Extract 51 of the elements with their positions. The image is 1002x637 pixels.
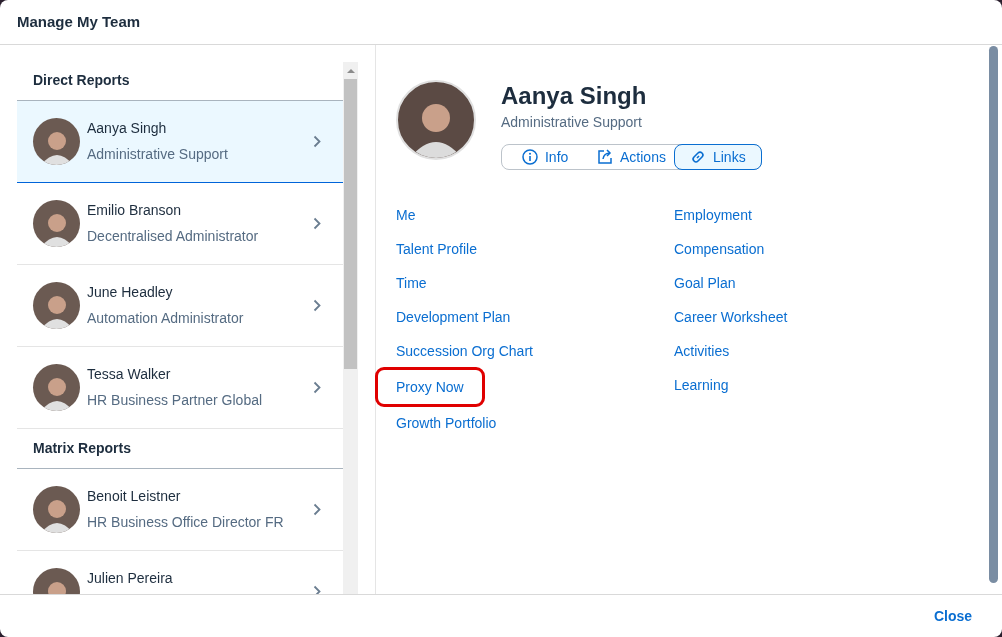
- link[interactable]: Me: [396, 198, 416, 232]
- person-role: HR Business Partner Global: [87, 391, 264, 409]
- tab[interactable]: Info: [502, 145, 589, 169]
- scroll-up-icon[interactable]: [346, 68, 355, 74]
- person-role: HR Business Office Director FR: [87, 513, 285, 531]
- person-name: Benoit Leistner: [87, 487, 182, 505]
- person-role: Automation Administrator: [87, 309, 245, 327]
- section-heading: Matrix Reports: [33, 439, 132, 458]
- link[interactable]: Succession Org Chart: [396, 334, 533, 368]
- tab[interactable]: Links: [673, 144, 762, 170]
- link[interactable]: Goal Plan: [674, 266, 736, 300]
- person-role: Decentralised Administrator: [87, 227, 260, 245]
- avatar-placeholder: [33, 118, 80, 165]
- person-name: Aanya Singh: [87, 119, 168, 137]
- avatar-placeholder: [33, 200, 80, 247]
- profile-name: Aanya Singh: [501, 81, 648, 111]
- person-role: Administrative Support: [87, 145, 229, 163]
- chevron-right-icon: [313, 381, 321, 394]
- avatar-placeholder: [33, 282, 80, 329]
- close-button[interactable]: Close: [933, 605, 972, 627]
- link[interactable]: Growth Portfolio: [396, 406, 497, 440]
- link[interactable]: Career Worksheet: [674, 300, 788, 334]
- share-icon: [597, 149, 614, 165]
- link[interactable]: Employment: [674, 198, 752, 232]
- link[interactable]: Talent Profile: [396, 232, 477, 266]
- link[interactable]: Development Plan: [396, 300, 511, 334]
- tab[interactable]: Actions: [588, 145, 675, 169]
- person-name: Julien Pereira: [87, 569, 174, 587]
- list-item[interactable]: Aanya Singh Administrative Support: [17, 101, 343, 183]
- link[interactable]: Proxy Now: [378, 370, 482, 404]
- section-heading: Direct Reports: [33, 71, 130, 90]
- chevron-right-icon: [313, 503, 321, 516]
- link-icon: [689, 149, 706, 165]
- chevron-right-icon: [313, 135, 321, 148]
- link[interactable]: Compensation: [674, 232, 765, 266]
- scrollbar[interactable]: [343, 62, 358, 594]
- info-icon: [522, 149, 538, 165]
- scrollbar-thumb[interactable]: [989, 46, 998, 583]
- link[interactable]: Time: [396, 266, 427, 300]
- scrollbar-thumb[interactable]: [344, 79, 357, 369]
- person-name: Tessa Walker: [87, 365, 172, 383]
- chevron-right-icon: [313, 299, 321, 312]
- chevron-right-icon: [313, 217, 321, 230]
- dialog-title: Manage My Team: [17, 11, 141, 32]
- person-name: June Headley: [87, 283, 174, 301]
- avatar-placeholder: [33, 486, 80, 533]
- profile-role: Administrative Support: [501, 113, 643, 132]
- avatar-placeholder: [33, 364, 80, 411]
- link[interactable]: Activities: [674, 334, 730, 368]
- person-name: Emilio Branson: [87, 201, 183, 219]
- link[interactable]: Learning: [674, 368, 729, 402]
